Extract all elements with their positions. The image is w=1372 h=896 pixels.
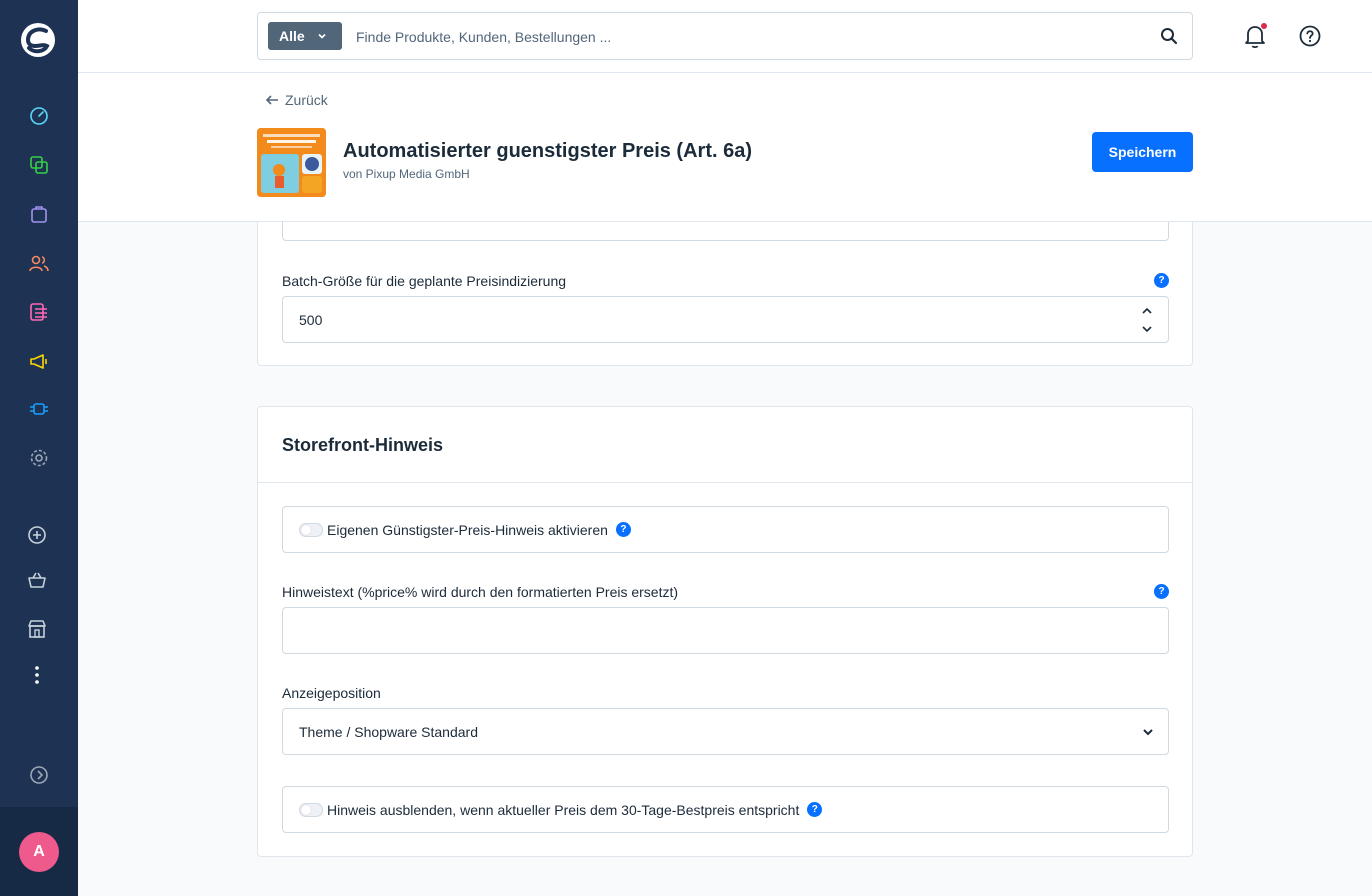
enable-hint-help-icon[interactable]: ? <box>615 522 631 537</box>
save-button[interactable]: Speichern <box>1092 132 1193 172</box>
plugin-title: Automatisierter guenstigster Preis (Art.… <box>343 140 752 162</box>
orders-icon[interactable] <box>27 202 51 226</box>
enable-hint-switch-field: Eigenen Günstigster-Preis-Hinweis aktivi… <box>282 506 1169 553</box>
search-type-label: Alle <box>279 28 305 44</box>
catalogue-icon[interactable] <box>27 153 51 177</box>
position-select[interactable]: Theme / Shopware Standard <box>282 708 1169 755</box>
storefront-icon[interactable] <box>25 617 49 641</box>
dashboard-icon[interactable] <box>27 104 51 128</box>
plugin-thumbnail <box>257 128 326 197</box>
marketing-icon[interactable] <box>27 349 51 373</box>
back-link[interactable]: Zurück <box>265 92 328 108</box>
help-icon[interactable] <box>1298 24 1322 48</box>
batch-size-label: Batch-Größe für die geplante Preisindizi… <box>282 273 567 289</box>
hint-text-help-icon[interactable]: ? <box>1154 584 1169 599</box>
hide-hint-help-icon[interactable]: ? <box>807 802 823 817</box>
storefront-hint-title: Storefront-Hinweis <box>258 407 1192 483</box>
search-type-dropdown[interactable]: Alle <box>268 22 342 50</box>
notification-badge <box>1261 23 1267 29</box>
search-icon[interactable] <box>1160 27 1178 45</box>
avatar[interactable]: A <box>19 832 59 872</box>
search-input[interactable] <box>356 23 1136 51</box>
customers-icon[interactable] <box>27 251 51 275</box>
global-search: Alle <box>257 12 1193 60</box>
content-icon[interactable] <box>27 300 51 324</box>
batch-size-input[interactable]: 500 <box>282 296 1169 343</box>
expand-icon[interactable] <box>27 763 51 787</box>
position-value: Theme / Shopware Standard <box>299 724 478 740</box>
plugin-author: von Pixup Media GmbH <box>343 167 470 181</box>
number-stepper-icon[interactable] <box>1138 303 1156 337</box>
back-label: Zurück <box>285 92 328 108</box>
shopware-logo-icon[interactable] <box>20 22 56 58</box>
chevron-down-icon <box>318 33 326 39</box>
sidebar: A <box>0 0 78 896</box>
storefront-hint-card: Storefront-Hinweis Eigenen Günstigster-P… <box>257 406 1193 857</box>
enable-hint-toggle[interactable] <box>299 522 323 537</box>
hint-text-input[interactable] <box>282 607 1169 654</box>
hint-text-label: Hinweistext (%price% wird durch den form… <box>282 584 679 600</box>
position-label: Anzeigeposition <box>282 685 381 701</box>
hide-hint-switch-field: Hinweis ausblenden, wenn aktueller Preis… <box>282 786 1169 833</box>
hide-hint-toggle[interactable] <box>299 802 323 817</box>
batch-size-help-icon[interactable]: ? <box>1154 273 1169 288</box>
hide-hint-label: Hinweis ausblenden, wenn aktueller Preis… <box>327 801 800 818</box>
settings-icon[interactable] <box>27 446 51 470</box>
notifications-bell-icon[interactable] <box>1243 23 1267 49</box>
enable-hint-label: Eigenen Günstigster-Preis-Hinweis aktivi… <box>327 521 608 538</box>
extensions-icon[interactable] <box>27 397 51 421</box>
chevron-down-icon <box>1143 729 1153 736</box>
plugin-header: Zurück Automatisierter guenstigster Prei… <box>78 73 1372 222</box>
arrow-left-icon <box>265 95 278 105</box>
topbar: Alle <box>78 0 1372 73</box>
more-icon[interactable] <box>25 663 49 687</box>
batch-size-value: 500 <box>299 312 323 328</box>
add-circle-icon[interactable] <box>25 523 49 547</box>
basket-icon[interactable] <box>25 568 49 592</box>
